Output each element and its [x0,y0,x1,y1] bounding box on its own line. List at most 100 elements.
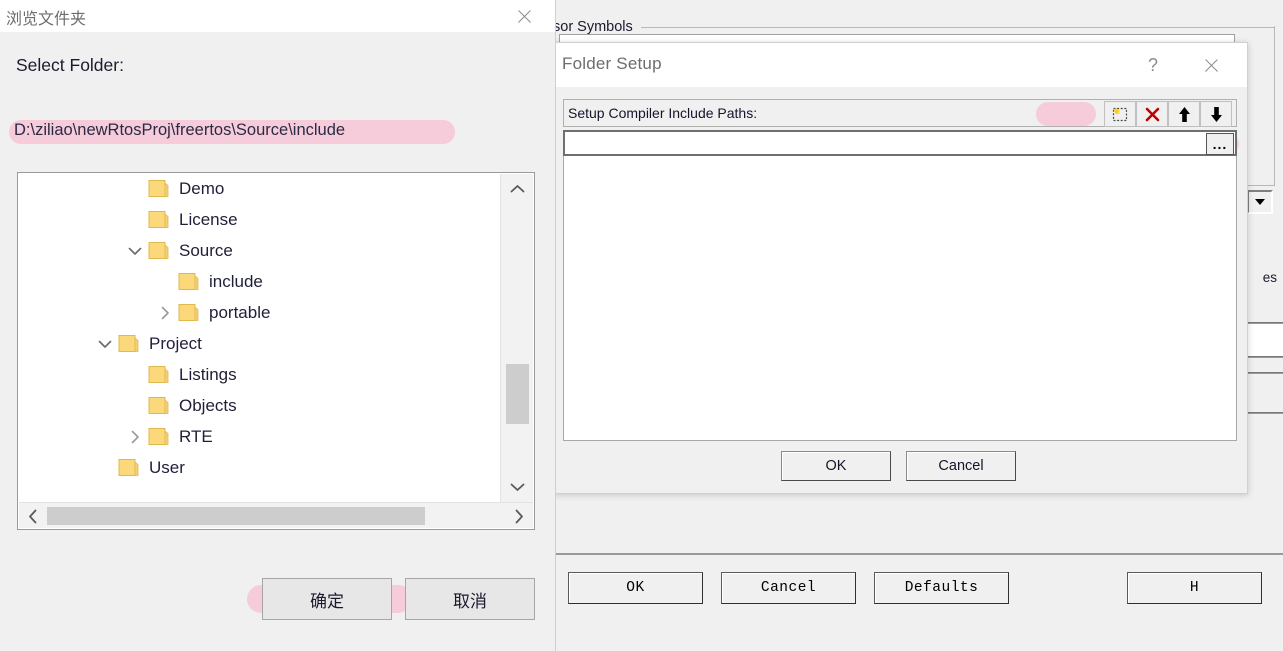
tree-row[interactable]: User [18,452,499,483]
arrow-up-icon [1178,106,1190,122]
tree-row[interactable]: License [18,204,499,235]
tree-row[interactable]: Listings [18,359,499,390]
tree-row[interactable]: Project [18,328,499,359]
scroll-up-button[interactable] [501,174,534,204]
new-folder-icon [1112,107,1128,122]
scroll-down-button[interactable] [501,472,534,502]
browse-folder-button[interactable]: ... [1206,133,1234,155]
tree-row-label: Listings [179,364,237,384]
folder-setup-cancel-button[interactable]: Cancel [906,451,1016,481]
tree-row-label: Project [149,333,202,353]
browse-close-button[interactable] [501,0,547,32]
screen-root: sor Symbols es OK Cancel Defaults H Fold… [0,0,1283,651]
delete-path-button[interactable] [1136,101,1168,127]
browse-folder-dialog: 浏览文件夹 Select Folder: D:\ziliao\newRtosPr… [0,0,556,651]
folder-tree[interactable]: Demo License Source include portable Project L… [17,172,535,530]
folder-icon [118,334,140,353]
folder-icon [148,180,169,197]
hscroll-thumb[interactable] [47,507,425,525]
chevron-down-icon [510,483,525,491]
folder-icon [178,303,200,322]
folder-icon [148,427,170,446]
scroll-left-button[interactable] [19,503,47,529]
folder-icon [178,273,199,290]
tree-row[interactable]: portable [18,297,499,328]
new-path-button[interactable] [1104,101,1136,127]
folder-icon [148,179,170,198]
scroll-right-button[interactable] [505,503,533,529]
tree-row-label: Source [179,240,233,260]
bg-help-button[interactable]: H [1127,572,1262,604]
chevron-right-icon [161,306,169,319]
selected-path-text: D:\ziliao\newRtosProj\freertos\Source\in… [14,121,346,139]
help-icon[interactable]: ? [1131,49,1175,81]
tree-row[interactable]: Source [18,235,499,266]
tree-expander-spacer [152,266,178,297]
tree-vertical-scrollbar[interactable] [500,174,533,502]
arrow-down-icon [1210,106,1222,122]
combo-dropdown-button[interactable] [1247,190,1273,214]
tree-expander-closed[interactable] [122,421,148,452]
highlight-new-path [1036,102,1096,126]
tree-expander-closed[interactable] [152,297,178,328]
folder-icon [178,272,200,291]
chevron-up-icon [510,185,525,193]
browse-ok-button[interactable]: 确定 [262,578,392,620]
tree-row-label: portable [209,302,271,322]
close-button[interactable] [1189,49,1233,81]
tree-expander-spacer [122,359,148,390]
browse-dialog-title: 浏览文件夹 [6,11,87,28]
folder-icon [148,396,170,415]
close-icon [1203,57,1220,74]
include-paths-label: Setup Compiler Include Paths: [568,105,758,121]
folder-setup-title: Folder Setup [562,54,662,73]
bg-defaults-button[interactable]: Defaults [874,572,1009,604]
folder-icon [148,365,170,384]
tree-row-label: Objects [179,395,237,415]
tree-horizontal-scrollbar[interactable] [19,502,533,528]
folder-icon [148,211,169,228]
chevron-down-icon [98,340,112,348]
chevron-down-icon [128,247,142,255]
folder-icon [178,304,199,321]
tree-expander-open[interactable] [122,235,148,266]
chevron-right-icon [131,430,139,443]
tree-row[interactable]: Demo [18,173,499,204]
close-icon [516,8,533,25]
bg-ok-button[interactable]: OK [568,572,703,604]
tree-row[interactable]: RTE [18,421,499,452]
browse-cancel-button[interactable]: 取消 [405,578,535,620]
dialog-button-bar: OK Cancel Defaults H [549,553,1283,651]
chevron-right-icon [515,509,523,523]
tree-expander-spacer [92,452,118,483]
tree-expander-open[interactable] [92,328,118,359]
folder-icon [118,335,139,352]
select-folder-label: Select Folder: [16,55,124,75]
folder-setup-titlebar: Folder Setup ? [553,43,1247,87]
folder-setup-dialog: Folder Setup ? Setup Compiler Include Pa… [552,42,1248,494]
tree-row-label: Demo [179,178,225,198]
folder-setup-ok-button[interactable]: OK [781,451,891,481]
tree-row-label: License [179,209,238,229]
tree-expander-spacer [122,390,148,421]
folder-icon [148,242,169,259]
bg-text-fragment: es [1262,270,1277,285]
move-up-button[interactable] [1168,101,1200,127]
tree-row-label: User [149,457,185,477]
tree-row[interactable]: include [18,266,499,297]
chevron-down-icon [1255,199,1265,205]
tree-expander-spacer [122,173,148,204]
folder-icon [148,428,169,445]
tree-row-label: include [209,271,263,291]
tree-row[interactable]: Objects [18,390,499,421]
include-path-input[interactable]: ... [563,130,1237,156]
scroll-thumb[interactable] [506,364,529,424]
folder-icon [118,458,140,477]
bg-cancel-button[interactable]: Cancel [721,572,856,604]
folder-icon [148,241,170,260]
tree-expander-spacer [122,204,148,235]
delete-x-icon [1145,107,1159,121]
include-paths-list[interactable] [563,156,1237,441]
move-down-button[interactable] [1200,101,1232,127]
chevron-left-icon [29,509,37,523]
